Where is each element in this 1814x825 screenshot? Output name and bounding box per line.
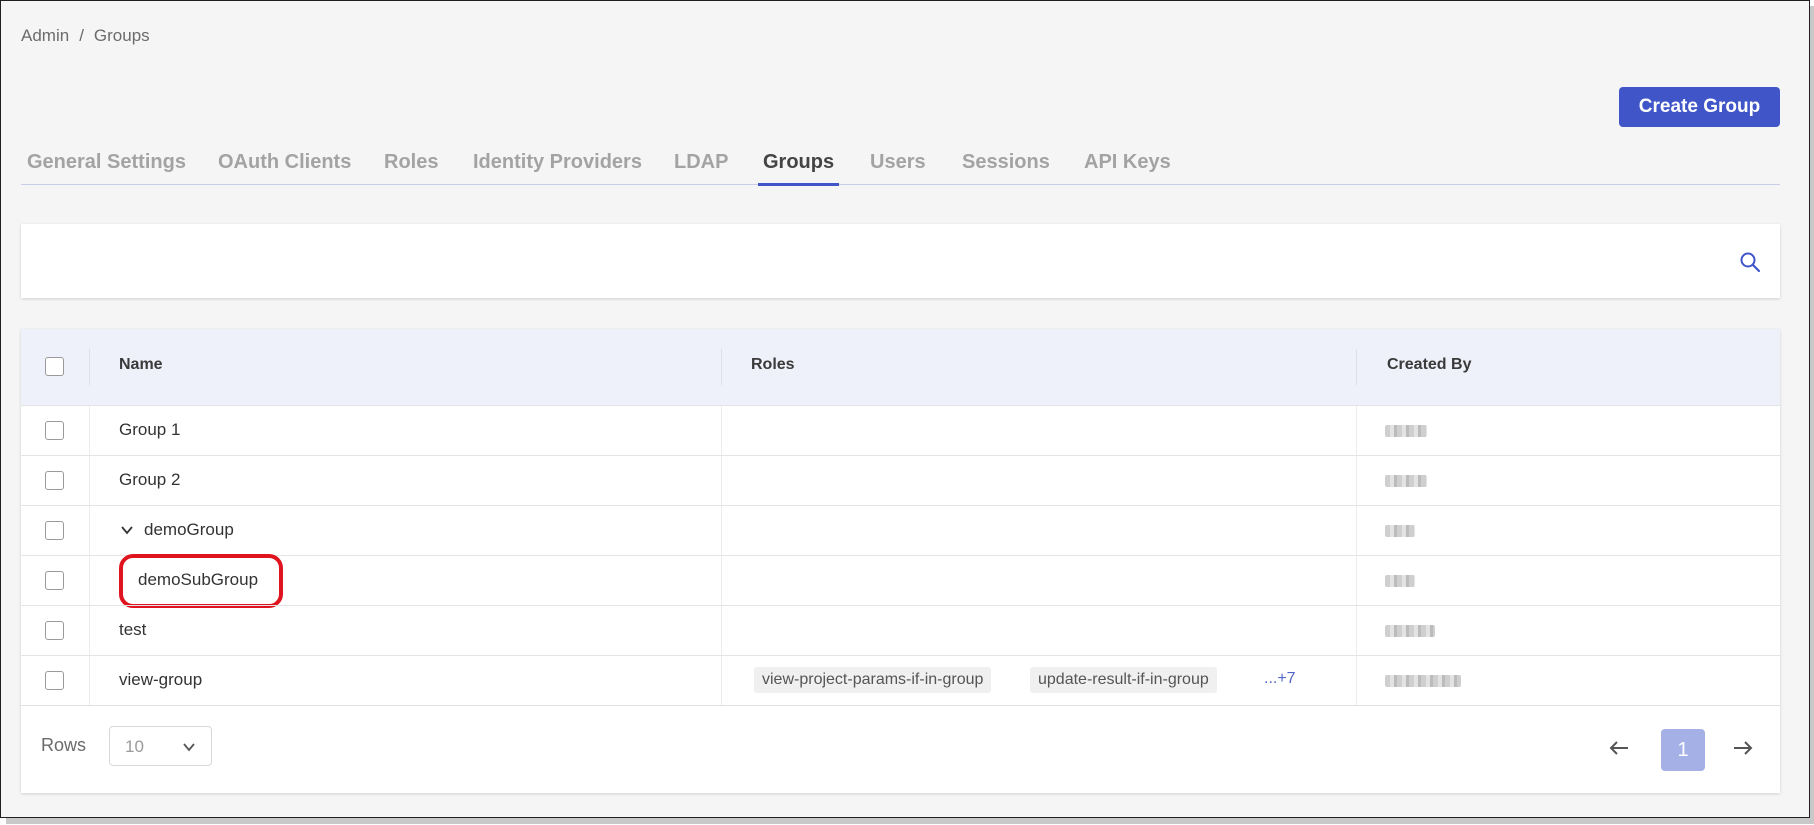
more-roles-link[interactable]: ...+7 bbox=[1264, 670, 1296, 688]
tab-identity-providers[interactable]: Identity Providers bbox=[473, 151, 642, 185]
tab-api-keys[interactable]: API Keys bbox=[1084, 151, 1171, 185]
select-all-checkbox[interactable] bbox=[45, 357, 64, 376]
tab-ldap[interactable]: LDAP bbox=[674, 151, 728, 185]
column-header-roles[interactable]: Roles bbox=[751, 356, 795, 374]
cell-divider bbox=[721, 456, 722, 506]
tab-users[interactable]: Users bbox=[870, 151, 926, 185]
cell-divider bbox=[89, 406, 90, 456]
cell-divider bbox=[1356, 556, 1357, 606]
group-name[interactable]: view-group bbox=[119, 670, 202, 690]
column-header-created-by[interactable]: Created By bbox=[1387, 356, 1471, 374]
tab-oauth-clients[interactable]: OAuth Clients bbox=[218, 151, 351, 185]
cell-divider bbox=[721, 406, 722, 456]
column-header-name[interactable]: Name bbox=[119, 356, 163, 374]
breadcrumb-separator: / bbox=[79, 26, 84, 45]
app-window: Admin / Groups Create Group General Sett… bbox=[0, 0, 1810, 818]
tab-roles[interactable]: Roles bbox=[384, 151, 438, 185]
rows-per-page-select[interactable]: 10 bbox=[109, 726, 212, 766]
search-bar bbox=[21, 224, 1780, 298]
cell-divider bbox=[1356, 406, 1357, 456]
row-checkbox[interactable] bbox=[45, 421, 64, 440]
row-checkbox[interactable] bbox=[45, 621, 64, 640]
rows-label: Rows bbox=[41, 735, 87, 755]
table-header: Name Roles Created By bbox=[21, 329, 1780, 405]
group-name[interactable]: test bbox=[119, 620, 146, 640]
cell-divider bbox=[89, 656, 90, 706]
cell-divider bbox=[721, 656, 722, 706]
breadcrumb-admin[interactable]: Admin bbox=[21, 26, 69, 46]
tab-sessions[interactable]: Sessions bbox=[962, 151, 1050, 185]
cell-divider bbox=[89, 606, 90, 656]
cell-divider bbox=[89, 506, 90, 556]
table-row[interactable]: Group 1 bbox=[21, 405, 1780, 456]
breadcrumb: Admin / Groups bbox=[21, 26, 150, 46]
column-divider bbox=[1356, 349, 1357, 385]
cell-divider bbox=[1356, 506, 1357, 556]
row-checkbox[interactable] bbox=[45, 571, 64, 590]
rows-per-page-value: 10 bbox=[125, 737, 144, 756]
search-input[interactable] bbox=[21, 224, 1721, 298]
table-row[interactable]: demoSubGroup bbox=[21, 554, 1780, 608]
table-row[interactable]: test bbox=[21, 605, 1780, 656]
subgroup-name[interactable]: demoSubGroup bbox=[138, 570, 258, 590]
cell-divider bbox=[89, 556, 90, 606]
group-name[interactable]: demoGroup bbox=[144, 520, 234, 540]
table-row[interactable]: view-group view-project-params-if-in-gro… bbox=[21, 655, 1780, 706]
cell-divider bbox=[721, 506, 722, 556]
column-divider bbox=[89, 349, 90, 385]
groups-table: Name Roles Created By Group 1 Group 2 de… bbox=[21, 329, 1780, 793]
cell-divider bbox=[89, 456, 90, 506]
expand-chevron-down-icon[interactable] bbox=[120, 523, 134, 537]
created-by-redacted bbox=[1385, 425, 1427, 437]
chevron-down-icon bbox=[183, 743, 195, 752]
role-tag: update-result-if-in-group bbox=[1030, 667, 1217, 693]
created-by-redacted bbox=[1385, 475, 1427, 487]
table-row[interactable]: demoGroup bbox=[21, 505, 1780, 556]
group-name[interactable]: Group 2 bbox=[119, 470, 180, 490]
table-row[interactable]: Group 2 bbox=[21, 455, 1780, 506]
created-by-redacted bbox=[1385, 575, 1415, 587]
group-name[interactable]: Group 1 bbox=[119, 420, 180, 440]
created-by-redacted bbox=[1385, 525, 1415, 537]
create-group-button[interactable]: Create Group bbox=[1619, 87, 1780, 127]
cell-divider bbox=[1356, 456, 1357, 506]
row-checkbox[interactable] bbox=[45, 471, 64, 490]
column-divider bbox=[721, 349, 722, 385]
cell-divider bbox=[721, 606, 722, 656]
cell-divider bbox=[721, 556, 722, 606]
row-checkbox[interactable] bbox=[45, 671, 64, 690]
tab-general-settings[interactable]: General Settings bbox=[27, 151, 186, 185]
next-page-arrow-icon[interactable] bbox=[1731, 736, 1755, 760]
tab-groups[interactable]: Groups bbox=[758, 151, 840, 186]
search-icon[interactable] bbox=[1739, 251, 1761, 273]
previous-page-arrow-icon[interactable] bbox=[1607, 736, 1631, 760]
cell-divider bbox=[1356, 656, 1357, 706]
page-button-current[interactable]: 1 bbox=[1661, 729, 1705, 771]
table-footer: Rows 10 1 bbox=[21, 705, 1780, 793]
role-tag: view-project-params-if-in-group bbox=[754, 667, 992, 693]
breadcrumb-groups: Groups bbox=[93, 26, 150, 45]
row-checkbox[interactable] bbox=[45, 521, 64, 540]
created-by-redacted bbox=[1385, 625, 1435, 637]
admin-tabs: General Settings OAuth Clients Roles Ide… bbox=[21, 151, 1780, 186]
cell-divider bbox=[1356, 606, 1357, 656]
created-by-redacted bbox=[1385, 675, 1461, 687]
